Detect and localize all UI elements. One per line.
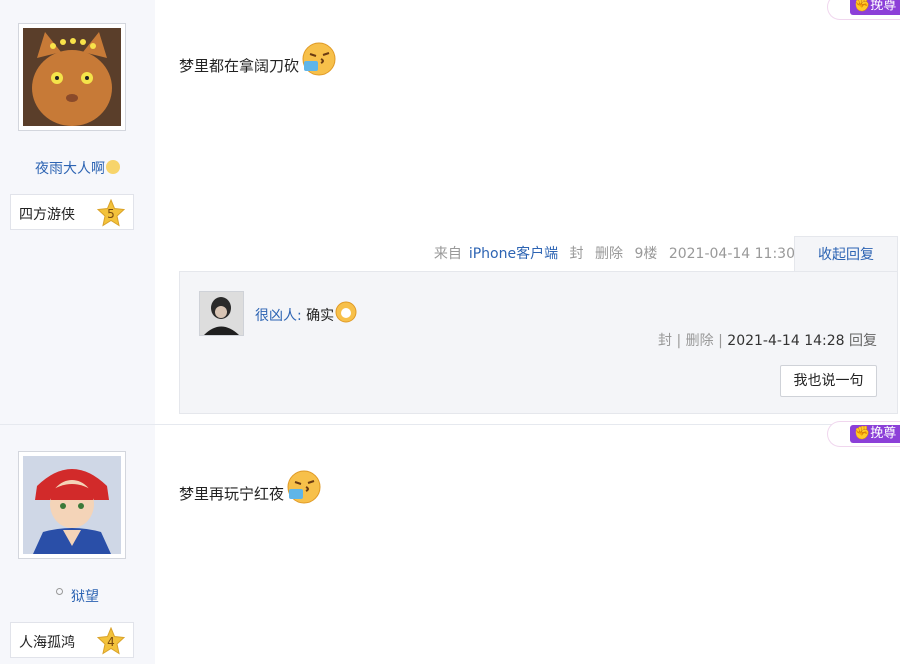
reply-avatar[interactable]	[199, 291, 244, 336]
author-avatar[interactable]	[18, 23, 126, 131]
reply-meta: 封 | 删除 | 2021-4-14 14:28 回复	[658, 330, 877, 350]
author-sidebar: 夜雨大人啊 四方游侠 5	[0, 0, 155, 424]
level-number: 5	[107, 207, 115, 221]
username-text[interactable]: 夜雨大人啊	[35, 161, 105, 177]
level-star-icon: 4	[97, 627, 125, 655]
reply-content: 确实	[306, 308, 335, 324]
reply-reply-link[interactable]: 回复	[849, 333, 877, 349]
reply-avatar-image	[200, 292, 243, 335]
post-content: 梦里都在拿阔刀砍	[179, 41, 337, 77]
collapse-replies-tab[interactable]: 收起回复	[794, 236, 898, 272]
post-text: 梦里都在拿阔刀砍	[179, 57, 300, 75]
support-tag-button[interactable]: ✊挽尊	[850, 0, 900, 15]
floor-number: 9楼	[634, 246, 658, 262]
reply-ban-link[interactable]: 封	[658, 333, 672, 349]
level-star-icon: 5	[97, 199, 125, 227]
support-tag-label: 挽尊	[870, 426, 897, 441]
reply-time: 2021-4-14 14:28	[727, 333, 845, 349]
delete-link[interactable]: 删除	[595, 246, 623, 262]
post-time: 2021-04-14 11:30	[668, 246, 795, 262]
level-title: 人海孤鸿	[19, 635, 75, 651]
support-tag[interactable]: ✊挽尊	[827, 421, 900, 447]
client-prefix: 来自	[433, 246, 462, 262]
sneeze-emoji-icon	[302, 42, 336, 76]
fist-icon: ✊	[854, 0, 871, 13]
say-something-button[interactable]: 我也说一句	[780, 365, 877, 397]
reply-username[interactable]: 很凶人:	[255, 308, 302, 324]
post-next: 狱望 人海孤鸿 4 梦里再玩宁红夜 ✊挽尊	[0, 421, 900, 664]
level-badge[interactable]: 人海孤鸿 4	[10, 622, 134, 658]
anime-avatar-image	[23, 456, 121, 554]
client-source: 来自 iPhone客户端	[434, 246, 558, 262]
separator: |	[676, 333, 682, 349]
author-username[interactable]: 夜雨大人啊	[0, 158, 155, 178]
online-dot-icon	[56, 588, 63, 595]
username-text[interactable]: 狱望	[71, 589, 99, 605]
author-sidebar: 狱望 人海孤鸿 4	[0, 425, 155, 664]
ban-link[interactable]: 封	[570, 246, 584, 262]
sneeze-emoji-icon	[287, 470, 321, 504]
say-something-label: 我也说一句	[793, 373, 864, 389]
ok-emoji-icon	[335, 301, 357, 323]
support-tag-button[interactable]: ✊挽尊	[850, 425, 900, 443]
cat-avatar-image	[23, 28, 121, 126]
separator: |	[718, 333, 723, 349]
post-content: 梦里再玩宁红夜	[179, 469, 322, 505]
post-meta-row: 来自 iPhone客户端 封 删除 9楼 2021-04-14 11:30	[434, 243, 795, 263]
smile-icon	[106, 160, 120, 174]
author-avatar[interactable]	[18, 451, 126, 559]
reply-line: 很凶人: 确实	[255, 300, 358, 325]
level-number: 4	[107, 635, 115, 649]
reply-delete-link[interactable]: 删除	[686, 333, 714, 349]
level-title: 四方游侠	[19, 207, 75, 223]
support-tag-label: 挽尊	[870, 0, 897, 13]
author-username[interactable]: 狱望	[0, 586, 155, 606]
collapse-replies-label: 收起回复	[818, 247, 874, 263]
post-floor-9: 夜雨大人啊 四方游侠 5 梦里都在拿阔刀砍 ✊挽尊 来自 iPhone客户端 封 …	[0, 0, 900, 424]
client-link[interactable]: iPhone客户端	[469, 246, 558, 262]
post-text: 梦里再玩宁红夜	[179, 485, 285, 503]
reply-box: 很凶人: 确实 封 | 删除 | 2021-4-14 14:28 回复 我也说一…	[179, 271, 898, 414]
support-tag[interactable]: ✊挽尊	[827, 0, 900, 20]
fist-icon: ✊	[854, 426, 871, 441]
level-badge[interactable]: 四方游侠 5	[10, 194, 134, 230]
